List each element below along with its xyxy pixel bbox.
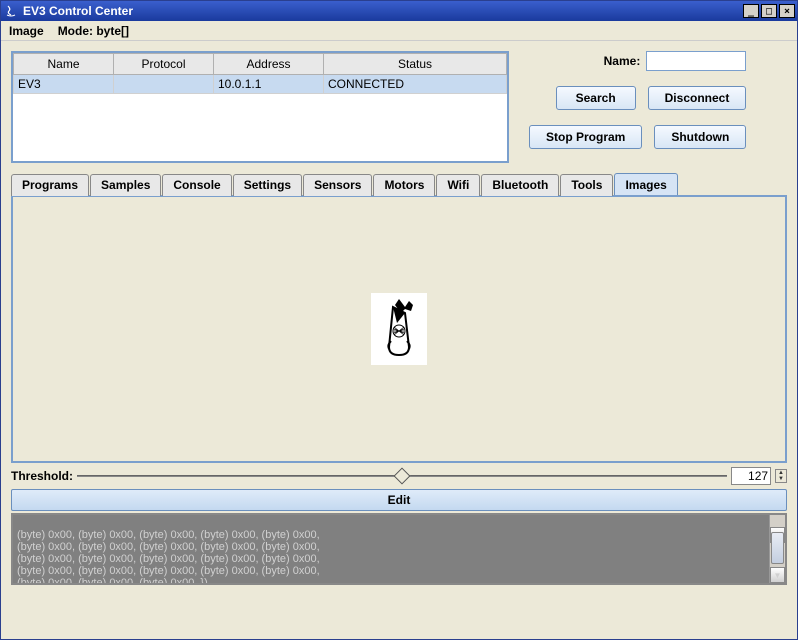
images-tab-pane	[11, 195, 787, 463]
col-address[interactable]: Address	[214, 54, 324, 75]
scroll-down[interactable]: ▼	[770, 567, 785, 583]
spinner-down[interactable]: ▼	[776, 476, 786, 482]
tab-samples[interactable]: Samples	[90, 174, 161, 196]
tab-bluetooth[interactable]: Bluetooth	[481, 174, 559, 196]
menu-image[interactable]: Image	[9, 24, 44, 38]
tab-programs[interactable]: Programs	[11, 174, 89, 196]
device-table-panel: Name Protocol Address Status EV3 10.0.1.…	[11, 51, 509, 163]
search-button[interactable]: Search	[556, 86, 636, 110]
java-icon	[3, 3, 19, 19]
tab-console[interactable]: Console	[162, 174, 231, 196]
output-scrollbar[interactable]: ▲ ▼	[769, 515, 785, 583]
button-row-1: Search Disconnect	[529, 86, 746, 110]
col-protocol[interactable]: Protocol	[114, 54, 214, 75]
table-row[interactable]: EV3 10.0.1.1 CONNECTED	[14, 75, 507, 94]
cell-name: EV3	[14, 75, 114, 94]
name-label: Name:	[604, 54, 641, 68]
cell-protocol	[114, 75, 214, 94]
threshold-value[interactable]: 127	[731, 467, 771, 485]
byte-output-text: (byte) 0x00, (byte) 0x00, (byte) 0x00, (…	[17, 529, 320, 585]
image-preview	[371, 293, 427, 365]
close-button[interactable]: ×	[779, 4, 795, 18]
top-section: Name Protocol Address Status EV3 10.0.1.…	[11, 51, 787, 163]
tab-wifi[interactable]: Wifi	[436, 174, 480, 196]
tab-images[interactable]: Images	[614, 173, 677, 195]
shutdown-button[interactable]: Shutdown	[654, 125, 746, 149]
threshold-spinner: ▲ ▼	[775, 469, 787, 483]
name-input[interactable]	[646, 51, 746, 71]
cell-status: CONNECTED	[324, 75, 507, 94]
content-area: Name Protocol Address Status EV3 10.0.1.…	[1, 41, 797, 639]
scroll-thumb[interactable]	[771, 532, 784, 564]
button-row-2: Stop Program Shutdown	[529, 125, 746, 149]
slider-thumb[interactable]	[394, 468, 411, 485]
threshold-slider[interactable]	[77, 468, 727, 484]
menu-mode[interactable]: Mode: byte[]	[58, 24, 129, 38]
threshold-row: Threshold: 127 ▲ ▼	[11, 467, 787, 485]
tab-sensors[interactable]: Sensors	[303, 174, 372, 196]
byte-output: (byte) 0x00, (byte) 0x00, (byte) 0x00, (…	[11, 513, 787, 585]
duke-icon	[375, 297, 423, 361]
threshold-label: Threshold:	[11, 469, 73, 483]
device-table: Name Protocol Address Status EV3 10.0.1.…	[13, 53, 507, 94]
titlebar: EV3 Control Center _ □ ×	[1, 1, 797, 21]
window-buttons: _ □ ×	[743, 4, 795, 18]
stop-program-button[interactable]: Stop Program	[529, 125, 642, 149]
edit-button[interactable]: Edit	[11, 489, 787, 511]
main-window: EV3 Control Center _ □ × Image Mode: byt…	[0, 0, 798, 640]
tab-settings[interactable]: Settings	[233, 174, 302, 196]
disconnect-button[interactable]: Disconnect	[648, 86, 747, 110]
menubar: Image Mode: byte[]	[1, 21, 797, 41]
tab-tools[interactable]: Tools	[560, 174, 613, 196]
name-row: Name:	[529, 51, 746, 71]
cell-address: 10.0.1.1	[214, 75, 324, 94]
window-title: EV3 Control Center	[23, 4, 743, 18]
minimize-button[interactable]: _	[743, 4, 759, 18]
col-status[interactable]: Status	[324, 54, 507, 75]
right-panel: Name: Search Disconnect Stop Program Shu…	[529, 51, 746, 163]
col-name[interactable]: Name	[14, 54, 114, 75]
tab-motors[interactable]: Motors	[373, 174, 435, 196]
maximize-button[interactable]: □	[761, 4, 777, 18]
tabs-row: Programs Samples Console Settings Sensor…	[11, 173, 787, 195]
